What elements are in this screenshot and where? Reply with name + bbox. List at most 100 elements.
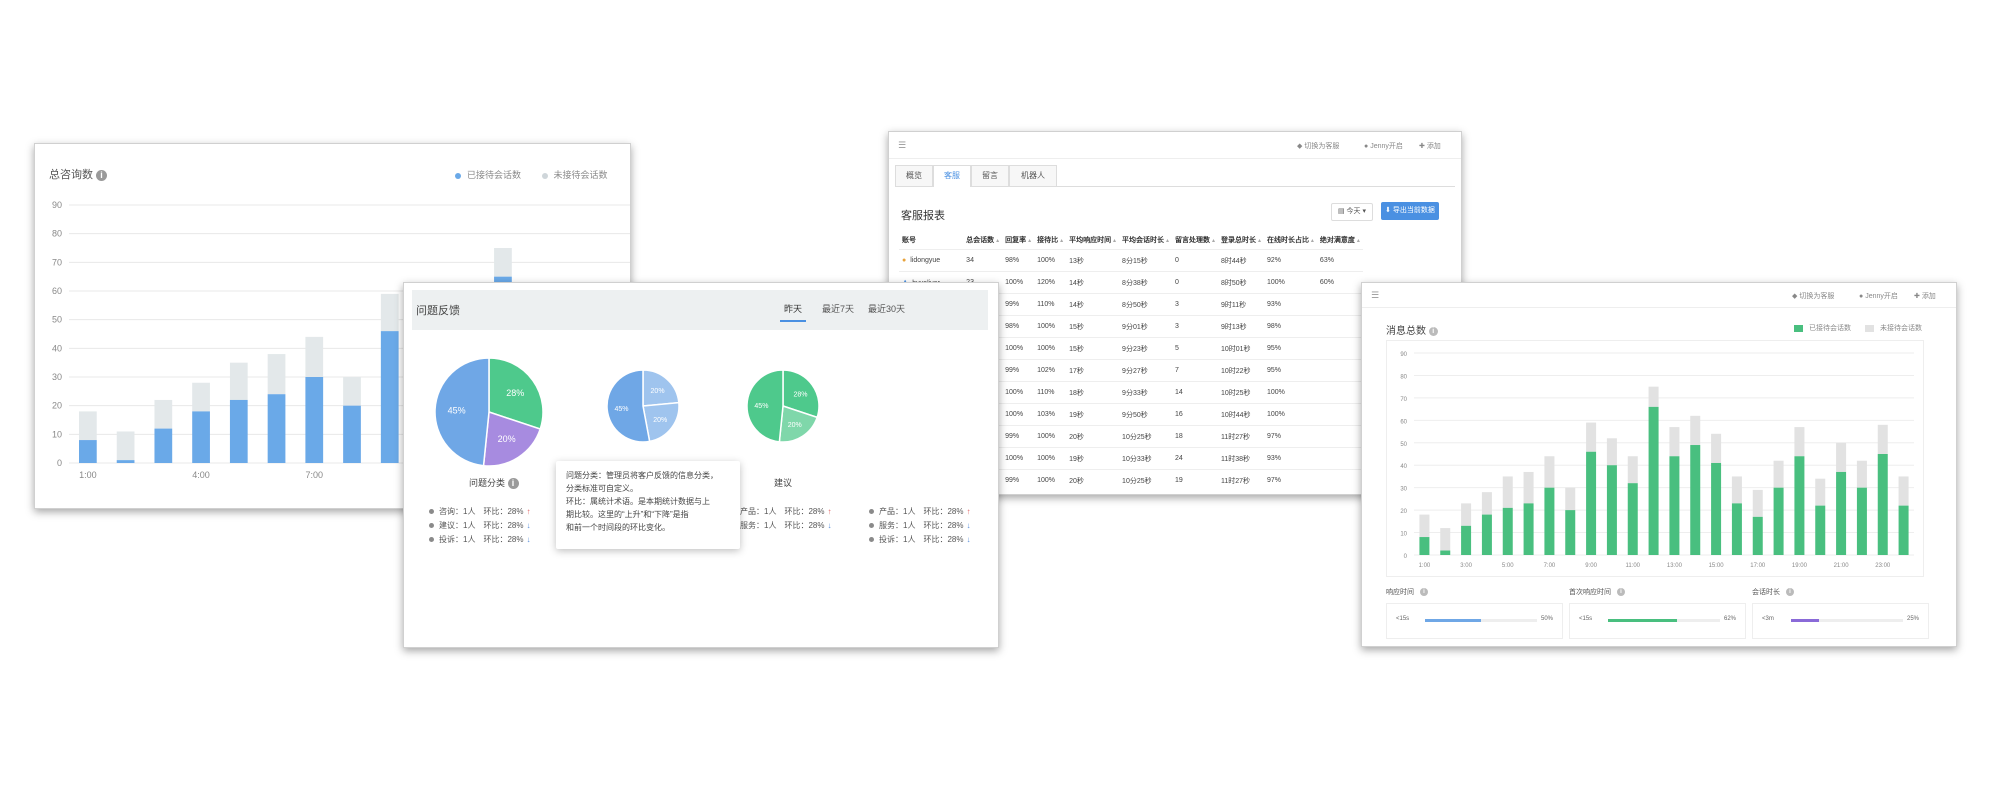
bar-unserved[interactable] <box>1898 476 1909 506</box>
bar-unserved[interactable] <box>305 336 324 377</box>
sort-icon[interactable]: ▴ <box>1166 238 1169 244</box>
sort-icon[interactable]: ▴ <box>1212 238 1215 244</box>
bar-served[interactable] <box>229 399 248 463</box>
bar-unserved[interactable] <box>1523 471 1534 504</box>
column-header[interactable]: 在线时长占比 ▴ <box>1264 231 1317 250</box>
bar-unserved[interactable] <box>494 248 512 277</box>
column-header[interactable]: 账号 <box>899 231 963 250</box>
bar-unserved[interactable] <box>116 431 135 461</box>
bar-served[interactable] <box>1669 456 1680 555</box>
table-row[interactable]: ● lidongyue 34 98% 100% 13秒 8分15秒 0 8时44秒 92% 63% <box>899 249 1363 272</box>
info-icon[interactable]: i <box>1785 588 1794 597</box>
bar-unserved[interactable] <box>1690 415 1701 446</box>
bar-served[interactable] <box>1794 456 1805 555</box>
bar-served[interactable] <box>305 377 324 463</box>
sort-icon[interactable]: ▴ <box>1357 238 1360 244</box>
sort-icon[interactable]: ▴ <box>1060 238 1063 244</box>
bar-served[interactable] <box>154 428 173 463</box>
bar-unserved[interactable] <box>1461 503 1472 526</box>
bar-unserved[interactable] <box>1752 489 1763 517</box>
bar-served[interactable] <box>1419 537 1430 555</box>
bar-served[interactable] <box>78 440 97 463</box>
bar-served[interactable] <box>1544 487 1555 555</box>
bar-unserved[interactable] <box>1711 433 1722 463</box>
bar-served[interactable] <box>1502 507 1513 555</box>
bar-unserved[interactable] <box>1502 476 1513 508</box>
sort-icon[interactable]: ▴ <box>996 238 999 244</box>
export-button[interactable]: ⬇ 导出当前数据 <box>1381 202 1439 220</box>
date-select[interactable]: ▤ 今天 ▾ <box>1331 203 1373 221</box>
bar-unserved[interactable] <box>1794 427 1805 457</box>
bar-unserved[interactable] <box>267 354 286 395</box>
user-menu[interactable]: ● Jenny开启 <box>1364 141 1403 151</box>
bar-unserved[interactable] <box>1440 528 1451 551</box>
sort-icon[interactable]: ▴ <box>1258 238 1261 244</box>
column-header[interactable]: 回复率 ▴ <box>1002 231 1034 250</box>
column-header[interactable]: 总会话数 ▴ <box>963 231 1002 250</box>
bar-served[interactable] <box>1627 483 1638 555</box>
bar-unserved[interactable] <box>343 377 361 406</box>
column-header[interactable]: 绝对满意度 ▴ <box>1317 231 1363 250</box>
bar-unserved[interactable] <box>192 382 210 412</box>
bar-served[interactable] <box>1731 503 1742 555</box>
bar-served[interactable] <box>1898 505 1909 555</box>
bar-served[interactable] <box>1773 487 1784 555</box>
bar-unserved[interactable] <box>1836 442 1847 472</box>
bar-served[interactable] <box>1523 503 1534 555</box>
bar-served[interactable] <box>192 411 210 463</box>
tab-agent[interactable]: 客服 <box>933 165 971 187</box>
bar-served[interactable] <box>380 331 399 463</box>
sort-icon[interactable]: ▴ <box>1028 238 1031 244</box>
bar-served[interactable] <box>1648 406 1659 555</box>
bar-unserved[interactable] <box>1731 476 1742 504</box>
bar-served[interactable] <box>1752 516 1763 555</box>
bar-unserved[interactable] <box>1481 492 1492 515</box>
bar-served[interactable] <box>267 394 286 463</box>
column-header[interactable]: 登录总时长 ▴ <box>1218 231 1264 250</box>
info-icon[interactable]: i <box>1419 588 1428 597</box>
tab-robot[interactable]: 机器人 <box>1009 165 1057 186</box>
bar-unserved[interactable] <box>380 293 399 332</box>
bar-served[interactable] <box>1440 550 1451 555</box>
bar-served[interactable] <box>1606 465 1617 555</box>
bar-served[interactable] <box>1856 487 1867 555</box>
bar-unserved[interactable] <box>1606 438 1617 466</box>
bar-served[interactable] <box>1815 505 1826 555</box>
info-icon[interactable]: i <box>507 478 519 490</box>
bar-unserved[interactable] <box>78 411 97 441</box>
column-header[interactable]: 接待比 ▴ <box>1034 231 1066 250</box>
bar-served[interactable] <box>116 460 135 463</box>
sort-icon[interactable]: ▴ <box>1113 238 1116 244</box>
bar-unserved[interactable] <box>229 362 248 400</box>
bar-unserved[interactable] <box>1565 487 1576 511</box>
bar-unserved[interactable] <box>1419 514 1430 538</box>
bar-unserved[interactable] <box>154 399 173 429</box>
column-header[interactable]: 平均会话时长 ▴ <box>1119 231 1172 250</box>
bar-unserved[interactable] <box>1856 460 1867 488</box>
bar-unserved[interactable] <box>1815 478 1826 506</box>
column-header[interactable]: 留言处理数 ▴ <box>1172 231 1218 250</box>
bar-served[interactable] <box>1836 471 1847 555</box>
bar-served[interactable] <box>1461 525 1472 555</box>
bar-served[interactable] <box>1565 510 1576 555</box>
tab-overview[interactable]: 概览 <box>895 165 933 186</box>
info-icon[interactable]: i <box>1616 588 1625 597</box>
switch-agent-link[interactable]: ◆ 切换为客服 <box>1297 141 1339 151</box>
bar-served[interactable] <box>1711 462 1722 555</box>
bar-unserved[interactable] <box>1586 422 1597 452</box>
bar-unserved[interactable] <box>1627 456 1638 484</box>
bar-served[interactable] <box>343 405 361 463</box>
bar-unserved[interactable] <box>1877 424 1888 454</box>
bar-served[interactable] <box>1690 445 1701 555</box>
bar-unserved[interactable] <box>1669 427 1680 457</box>
bar-served[interactable] <box>1877 454 1888 555</box>
bar-unserved[interactable] <box>1773 460 1784 488</box>
column-header[interactable]: 平均响应时间 ▴ <box>1066 231 1119 250</box>
bar-served[interactable] <box>1481 514 1492 555</box>
bar-unserved[interactable] <box>1544 456 1555 488</box>
add-link[interactable]: ✚ 添加 <box>1419 141 1441 151</box>
menu-icon[interactable]: ☰ <box>898 140 906 151</box>
tab-messages[interactable]: 留言 <box>971 165 1009 186</box>
bar-served[interactable] <box>1586 451 1597 555</box>
bar-unserved[interactable] <box>1648 386 1659 407</box>
